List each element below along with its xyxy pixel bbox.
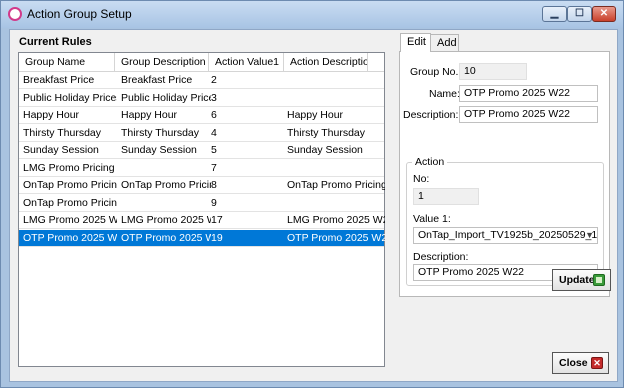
value1-label: Value 1: <box>413 213 451 225</box>
column-header-action-value1[interactable]: Action Value1 <box>209 53 284 71</box>
title-bar: Action Group Setup ▁ ☐ ✕ <box>1 1 623 28</box>
column-header-group-name[interactable]: Group Name <box>19 53 115 71</box>
group-no-field: 10 <box>459 63 527 80</box>
tab-edit[interactable]: Edit <box>400 33 431 52</box>
table-row[interactable]: LMG Promo Pricing 7 <box>19 160 384 177</box>
cell-action-value1: 8 <box>211 179 217 191</box>
cell-action-description <box>285 72 385 89</box>
cell-action-description: Thirsty Thursday <box>287 126 365 139</box>
cell-group-name: Sunday Session <box>23 144 99 156</box>
cell-group-description: LMG Promo 2025 W22 <box>121 214 211 226</box>
cell-action-value1: 17 <box>211 214 223 226</box>
edit-panel: Group No.: 10 Name: OTP Promo 2025 W22 D… <box>399 51 610 297</box>
cell-action-value1: 9 <box>211 196 217 209</box>
action-no-field: 1 <box>413 188 479 205</box>
dialog-body: Current Rules Group Name Group Descripti… <box>9 29 618 382</box>
table-row[interactable]: Happy Hour Happy Hour 6 Happy Hour <box>19 107 384 124</box>
table-row[interactable]: OTP Promo 2025 W22OTP Promo 2025 W2219OT… <box>19 229 385 247</box>
app-window: Action Group Setup ▁ ☐ ✕ Current Rules G… <box>0 0 624 388</box>
cell-action-value1: 2 <box>211 74 217 86</box>
rules-grid[interactable]: Group Name Group Description Action Valu… <box>18 52 385 367</box>
description-label: Description: <box>403 109 459 121</box>
table-row[interactable]: LMG Promo 2025 W22LMG Promo 2025 W2217LM… <box>19 212 385 229</box>
table-row[interactable]: OnTap Promo Pricing W2 9 <box>19 195 384 212</box>
cell-action-description: Happy Hour <box>287 109 344 121</box>
cell-group-description <box>119 160 211 177</box>
cell-group-name: OTP Promo 2025 W22 <box>23 231 117 244</box>
cell-group-description: Sunday Session <box>121 144 197 156</box>
maximize-icon: ☐ <box>575 8 584 19</box>
cell-action-value1: 4 <box>211 126 217 139</box>
cell-group-description: Happy Hour <box>121 109 178 121</box>
cell-group-name: Public Holiday Prices <box>23 91 117 104</box>
cell-action-description: LMG Promo 2025 W22 <box>287 214 385 226</box>
window-close-button[interactable]: ✕ <box>592 6 616 22</box>
action-group-title: Action <box>412 156 448 168</box>
maximize-button[interactable]: ☐ <box>567 6 592 22</box>
current-rules-heading: Current Rules <box>19 36 92 48</box>
cell-group-name: Breakfast Price <box>23 74 95 86</box>
minimize-button[interactable]: ▁ <box>542 6 567 22</box>
action-no-label: No: <box>413 173 430 185</box>
cell-group-description: Public Holiday Prices <box>121 91 211 104</box>
cell-action-value1: 5 <box>211 144 217 156</box>
close-icon: ✕ <box>599 8 609 19</box>
table-row[interactable]: Sunday Session Sunday Session 5 Sunday Sess… <box>19 142 384 159</box>
update-button-label: Update <box>559 274 595 286</box>
cell-group-description <box>119 195 211 212</box>
cell-group-description: Thirsty Thursday <box>121 126 199 139</box>
cell-action-description <box>285 90 385 107</box>
cell-action-value1: 7 <box>211 161 217 174</box>
update-button[interactable]: Update <box>552 269 611 291</box>
cell-group-name: Thirsty Thursday <box>23 126 101 139</box>
column-header-action-description[interactable]: Action Description <box>284 53 368 71</box>
cell-action-description: OnTap Promo Pricing <box>287 179 385 191</box>
group-no-label: Group No.: <box>410 66 462 78</box>
cell-group-name: OnTap Promo Pricing <box>23 179 117 191</box>
description-input[interactable]: OTP Promo 2025 W22 <box>459 106 598 123</box>
cell-group-description: Breakfast Price <box>121 74 193 86</box>
cell-group-name: OnTap Promo Pricing W2 <box>23 196 117 209</box>
cell-action-value1: 6 <box>211 109 217 121</box>
cell-group-name: LMG Promo Pricing <box>23 161 115 174</box>
cell-action-value1: 3 <box>211 91 217 104</box>
window-title: Action Group Setup <box>27 7 132 21</box>
close-button[interactable]: Close ✕ <box>552 352 609 374</box>
table-row[interactable]: OnTap Promo Pricing OnTap Promo Pricing 8 O… <box>19 177 385 194</box>
grid-header: Group Name Group Description Action Valu… <box>19 53 384 72</box>
cell-action-description <box>285 160 385 177</box>
cell-group-name: LMG Promo 2025 W22 <box>23 214 117 226</box>
cell-action-description: OTP Promo 2025 W22 <box>287 231 385 244</box>
name-input[interactable]: OTP Promo 2025 W22 <box>459 85 598 102</box>
minimize-icon: ▁ <box>550 8 559 19</box>
cell-group-description: OnTap Promo Pricing <box>121 179 211 191</box>
name-label: Name: <box>429 88 460 100</box>
cell-action-description: Sunday Session <box>287 144 363 156</box>
update-icon <box>593 274 605 286</box>
cell-action-value1: 19 <box>211 231 223 244</box>
tab-add[interactable]: Add <box>430 34 459 51</box>
chevron-down-icon: ▼ <box>585 230 594 240</box>
close-x-icon: ✕ <box>591 357 603 369</box>
table-row[interactable]: Thirsty Thursday Thirsty Thursday 4 Thirsty… <box>19 125 384 142</box>
column-header-group-description[interactable]: Group Description <box>115 53 209 71</box>
cell-group-description: OTP Promo 2025 W22 <box>121 231 211 244</box>
table-row[interactable]: Breakfast Price Breakfast Price 2 <box>19 72 384 89</box>
action-description-label: Description: <box>413 251 469 263</box>
value1-selected: OnTap_Import_TV1925b_20250529_115455 <box>418 229 597 241</box>
action-groupbox: Action No: 1 Value 1: OnTap_Import_TV192… <box>406 156 604 286</box>
value1-dropdown[interactable]: OnTap_Import_TV1925b_20250529_115455 ▼ <box>413 227 598 244</box>
cell-group-name: Happy Hour <box>23 109 80 121</box>
cell-action-description <box>285 195 385 212</box>
app-ring-icon <box>8 7 22 21</box>
close-button-label: Close <box>559 357 588 369</box>
table-row[interactable]: Public Holiday Prices Public Holiday Pric… <box>19 90 384 107</box>
